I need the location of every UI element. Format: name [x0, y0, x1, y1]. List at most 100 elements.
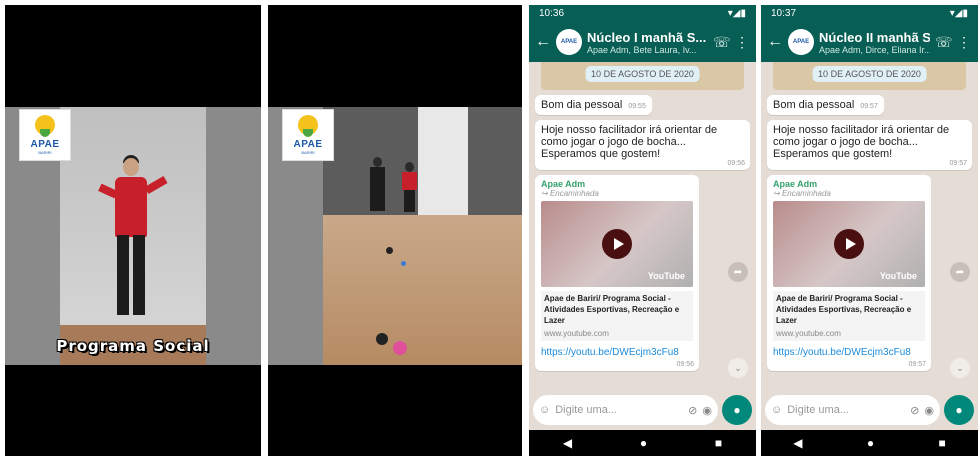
nav-recents-icon[interactable]: ■	[939, 436, 946, 450]
chat-header: ← APAE Núcleo II manhã S... Apae Adm, Di…	[761, 22, 978, 62]
bocce-ball	[401, 261, 406, 266]
logo-sub: BARIRI	[301, 150, 315, 155]
message-time: 09:57	[949, 160, 967, 167]
apae-logo: APAE BARIRI	[282, 109, 334, 161]
call-icon[interactable]: ☏	[935, 34, 953, 51]
play-icon[interactable]	[602, 229, 632, 259]
link-url[interactable]: https://youtu.be/DWEcjm3cFu8	[541, 346, 693, 359]
logo-sub: BARIRI	[38, 150, 52, 155]
chat-title: Núcleo I manhã S...	[587, 29, 707, 45]
group-avatar[interactable]: APAE	[556, 29, 582, 55]
attach-icon[interactable]: ⊘	[910, 404, 919, 417]
nav-back-icon[interactable]: ◀	[563, 436, 572, 450]
message-time: 09:57	[908, 361, 926, 369]
forwarded-label: ↪ Encaminhada	[541, 189, 599, 198]
message-input[interactable]: ☺ Digite uma... ⊘ ◉	[533, 395, 718, 425]
video-caption: Programa Social	[56, 337, 210, 355]
emoji-icon[interactable]: ☺	[771, 404, 782, 416]
mic-button[interactable]: ●	[944, 395, 974, 425]
status-time: 10:36	[539, 8, 565, 19]
video-panel-1: APAE BARIRI Programa Social	[5, 5, 261, 456]
message-list[interactable]: 10 DE AGOSTO DE 2020 Bom dia pessoal 09:5…	[761, 62, 978, 392]
message-text: Hoje nosso facilitador irá orientar de c…	[773, 124, 950, 160]
video-panel-2: APAE BARIRI	[268, 5, 522, 456]
message-input[interactable]: ☺ Digite uma... ⊘ ◉	[765, 395, 940, 425]
message-bubble[interactable]: Hoje nosso facilitador irá orientar de c…	[767, 120, 972, 170]
message-bubble[interactable]: Bom dia pessoal 09:57	[767, 95, 884, 115]
compose-bar: ☺ Digite uma... ⊘ ◉ ●	[765, 394, 974, 426]
tiled-floor	[323, 215, 522, 365]
whatsapp-screen-1: 10:36 ▾◢▮ ← APAE Núcleo I manhã S... Apa…	[529, 5, 756, 456]
play-icon[interactable]	[834, 229, 864, 259]
scroll-down-icon[interactable]: ⌄	[950, 358, 970, 378]
forward-icon[interactable]: ➦	[728, 262, 748, 282]
message-list[interactable]: 10 DE AGOSTO DE 2020 Bom dia pessoal 09:5…	[529, 62, 756, 392]
link-url[interactable]: https://youtu.be/DWEcjm3cFu8	[773, 346, 925, 359]
nav-back-icon[interactable]: ◀	[793, 436, 802, 450]
android-nav-bar: ◀ ● ■	[761, 430, 978, 456]
compose-bar: ☺ Digite uma... ⊘ ◉ ●	[533, 394, 752, 426]
camera-icon[interactable]: ◉	[924, 404, 934, 417]
forwarded-label: ↪ Encaminhada	[773, 189, 831, 198]
link-preview-title[interactable]: Apae de Bariri/ Programa Social - Ativid…	[773, 291, 925, 330]
emoji-icon[interactable]: ☺	[539, 404, 550, 416]
youtube-logo: YouTube	[647, 271, 685, 281]
forwarded-link-message[interactable]: Apae Adm ↪ Encaminhada YouTube Apae de B…	[767, 175, 931, 372]
status-time: 10:37	[771, 8, 797, 19]
nav-recents-icon[interactable]: ■	[715, 436, 722, 450]
chat-participants: Apae Adm, Dirce, Eliana Ir...	[819, 44, 930, 55]
apae-logo: APAE BARIRI	[19, 109, 71, 161]
sender-name: Apae Adm	[541, 179, 586, 189]
message-text: Bom dia pessoal	[541, 99, 623, 111]
message-time: 09:56	[727, 160, 745, 167]
whatsapp-screen-2: 10:37 ▾◢▮ ← APAE Núcleo II manhã S... Ap…	[761, 5, 978, 456]
date-separator: 10 DE AGOSTO DE 2020	[585, 66, 700, 82]
input-placeholder: Digite uma...	[787, 404, 849, 416]
message-bubble[interactable]: Hoje nosso facilitador irá orientar de c…	[535, 120, 750, 170]
group-avatar[interactable]: APAE	[788, 29, 814, 55]
android-nav-bar: ◀ ● ■	[529, 430, 756, 456]
back-arrow-icon[interactable]: ←	[535, 33, 551, 51]
back-arrow-icon[interactable]: ←	[767, 33, 783, 51]
signal-icon: ▾◢▮	[727, 8, 746, 19]
sun-icon	[298, 115, 318, 137]
attach-icon[interactable]: ⊘	[688, 404, 697, 417]
nav-home-icon[interactable]: ●	[867, 436, 874, 450]
message-text: Bom dia pessoal	[773, 99, 855, 111]
forwarded-link-message[interactable]: Apae Adm ↪ Encaminhada YouTube Apae de B…	[535, 175, 699, 372]
link-preview-title[interactable]: Apae de Bariri/ Programa Social - Ativid…	[541, 291, 693, 330]
menu-icon[interactable]: ⋮	[734, 34, 750, 51]
chat-header: ← APAE Núcleo I manhã S... Apae Adm, Bet…	[529, 22, 756, 62]
scroll-down-icon[interactable]: ⌄	[728, 358, 748, 378]
status-bar: 10:36 ▾◢▮	[529, 5, 756, 22]
youtube-logo: YouTube	[879, 271, 917, 281]
sun-icon	[35, 115, 55, 137]
forward-icon[interactable]: ➦	[950, 262, 970, 282]
signal-icon: ▾◢▮	[949, 8, 968, 19]
message-bubble[interactable]: Bom dia pessoal 09:55	[535, 95, 652, 115]
message-time: 09:56	[676, 361, 694, 369]
video-thumbnail[interactable]: YouTube	[773, 201, 925, 287]
video-thumbnail[interactable]: YouTube	[541, 201, 693, 287]
sender-name: Apae Adm	[773, 179, 818, 189]
link-preview-domain: www.youtube.com	[773, 329, 925, 342]
chat-title-block[interactable]: Núcleo II manhã S... Apae Adm, Dirce, El…	[819, 30, 930, 55]
logo-text: APAE	[293, 139, 323, 150]
camera-icon[interactable]: ◉	[702, 404, 712, 417]
message-time: 09:57	[860, 103, 878, 110]
menu-icon[interactable]: ⋮	[956, 34, 972, 51]
message-text: Hoje nosso facilitador irá orientar de c…	[541, 124, 718, 160]
call-icon[interactable]: ☏	[713, 34, 731, 51]
bocce-ball	[376, 333, 388, 345]
mic-button[interactable]: ●	[722, 395, 752, 425]
date-separator: 10 DE AGOSTO DE 2020	[812, 66, 927, 82]
input-placeholder: Digite uma...	[555, 404, 617, 416]
bocce-ball	[393, 341, 407, 355]
chat-title: Núcleo II manhã S...	[819, 29, 930, 45]
chat-participants: Apae Adm, Bete Laura, Iv...	[587, 44, 697, 55]
nav-home-icon[interactable]: ●	[640, 436, 647, 450]
chat-title-block[interactable]: Núcleo I manhã S... Apae Adm, Bete Laura…	[587, 30, 708, 55]
video-frame: APAE BARIRI	[268, 107, 522, 365]
bocce-ball	[386, 247, 393, 254]
link-preview-domain: www.youtube.com	[541, 329, 693, 342]
